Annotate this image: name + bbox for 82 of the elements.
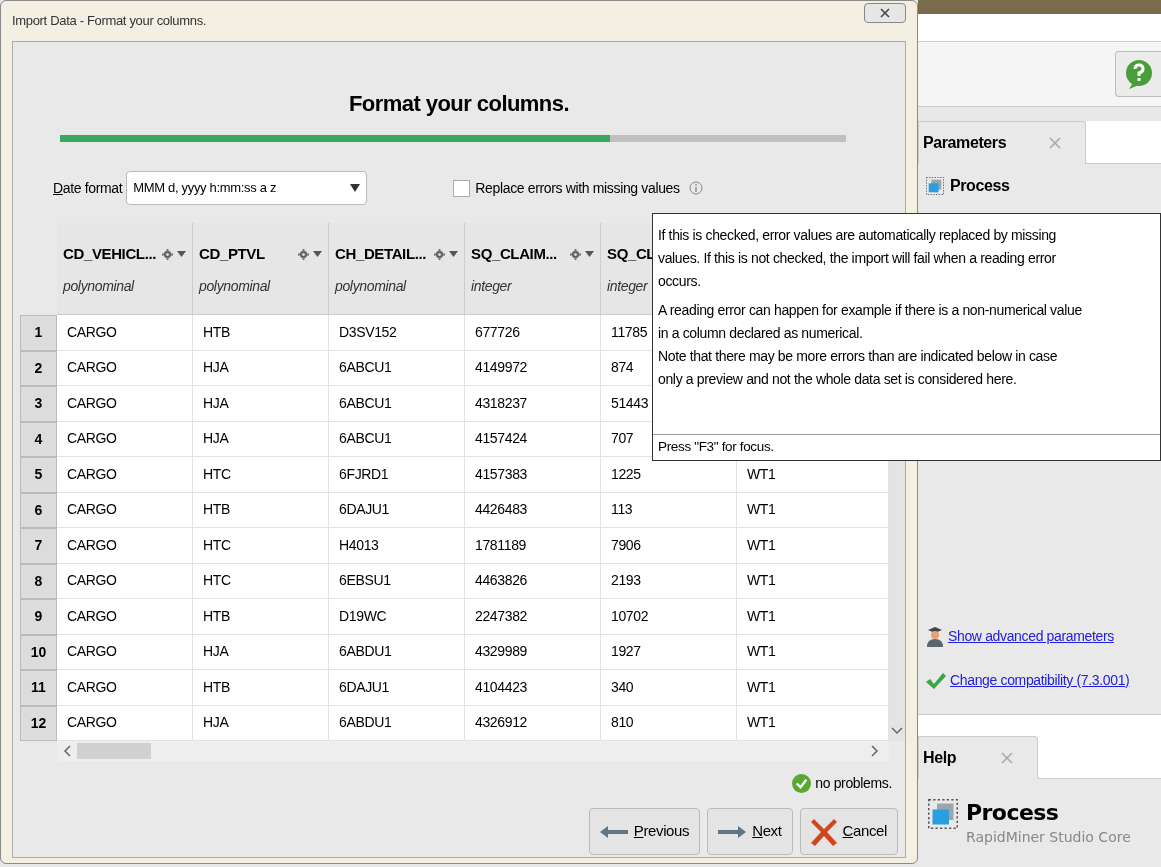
table-cell: HTB	[193, 315, 329, 351]
table-cell: 4157383	[465, 457, 601, 493]
column-type: polynominal	[199, 277, 270, 294]
row-number: 3	[20, 386, 57, 422]
table-cell: HJA	[193, 350, 329, 386]
table-cell: CARGO	[57, 492, 193, 528]
date-format-label: Date format	[53, 178, 123, 198]
table-cell: 2247382	[465, 599, 601, 635]
table-cell: CARGO	[57, 634, 193, 670]
column-name: CH_DETAIL...	[335, 244, 427, 264]
table-cell: CARGO	[57, 386, 193, 422]
replace-errors-label: Replace errors with missing values	[475, 178, 680, 198]
table-cell: 6ABCU1	[329, 350, 465, 386]
table-cell: 6DAJU1	[329, 492, 465, 528]
table-cell: 4329989	[465, 634, 601, 670]
table-cell: CARGO	[57, 350, 193, 386]
help-subtitle: RapidMiner Studio Core	[966, 827, 1131, 847]
table-cell: HTB	[193, 492, 329, 528]
column-name: CD_PTVL	[199, 244, 265, 264]
table-cell: 4463826	[465, 563, 601, 599]
column-name: SQ_CLAIM...	[471, 244, 557, 264]
table-cell: 1781189	[465, 528, 601, 564]
column-type: integer	[607, 277, 648, 294]
column-type: polynominal	[335, 277, 406, 294]
row-number: 5	[20, 457, 57, 493]
table-cell: CARGO	[57, 421, 193, 457]
row-number: 6	[20, 492, 57, 528]
process-label: Process	[950, 176, 1010, 196]
table-cell: 6EBSU1	[329, 563, 465, 599]
row-number: 8	[20, 563, 57, 599]
column-name: SQ_CL	[607, 244, 656, 264]
table-cell: CARGO	[57, 528, 193, 564]
table-cell: 2193	[601, 563, 737, 599]
table-cell: 10702	[601, 599, 737, 635]
window-title: Import Data - Format your columns.	[12, 12, 207, 30]
column-name: CD_VEHICL...	[63, 244, 156, 264]
help-title: Process	[966, 799, 1060, 827]
table-cell: HJA	[193, 421, 329, 457]
status-text: no problems.	[815, 774, 892, 793]
table-cell: D19WC	[329, 599, 465, 635]
row-number: 4	[20, 421, 57, 457]
table-cell: HTB	[193, 599, 329, 635]
table-cell: 4157424	[465, 421, 601, 457]
table-cell: 6DAJU1	[329, 670, 465, 706]
table-cell: HTC	[193, 528, 329, 564]
table-cell: 6ABCU1	[329, 386, 465, 422]
tooltip-text: If this is checked, error values are automatically replaced by missing values. If this is not checked, the import will fail when a reading error occurs.	[658, 226, 1058, 291]
row-number: 7	[20, 528, 57, 564]
table-cell: 4426483	[465, 492, 601, 528]
table-cell: 6FJRD1	[329, 457, 465, 493]
row-number: 1	[20, 315, 57, 351]
table-cell: CARGO	[57, 599, 193, 635]
table-cell: 1927	[601, 634, 737, 670]
table-cell: 4318237	[465, 386, 601, 422]
row-number: 12	[20, 705, 57, 741]
table-cell: CARGO	[57, 457, 193, 493]
column-type: polynominal	[63, 277, 134, 294]
table-cell: HJA	[193, 634, 329, 670]
table-cell: CARGO	[57, 315, 193, 351]
table-cell: H4013	[329, 528, 465, 564]
table-cell: 113	[601, 492, 737, 528]
column-type: integer	[471, 277, 512, 294]
table-cell: 340	[601, 670, 737, 706]
table-cell: 4104423	[465, 670, 601, 706]
table-cell: CARGO	[57, 670, 193, 706]
row-number: 9	[20, 599, 57, 635]
tooltip-footer: Press "F3" for focus.	[653, 434, 1160, 460]
table-cell: CARGO	[57, 563, 193, 599]
table-cell: 4149972	[465, 350, 601, 386]
table-cell: D3SV152	[329, 315, 465, 351]
row-number: 11	[20, 670, 57, 706]
table-cell: HTC	[193, 563, 329, 599]
table-cell: HJA	[193, 386, 329, 422]
row-number: 2	[20, 350, 57, 386]
table-cell: 7906	[601, 528, 737, 564]
table-cell: HTB	[193, 670, 329, 706]
table-cell: 6ABCU1	[329, 421, 465, 457]
table-cell: 677726	[465, 315, 601, 351]
table-cell: 6ABDU1	[329, 634, 465, 670]
page-heading: Format your columns.	[347, 90, 570, 118]
row-number: 10	[20, 634, 57, 670]
table-cell: HTC	[193, 457, 329, 493]
